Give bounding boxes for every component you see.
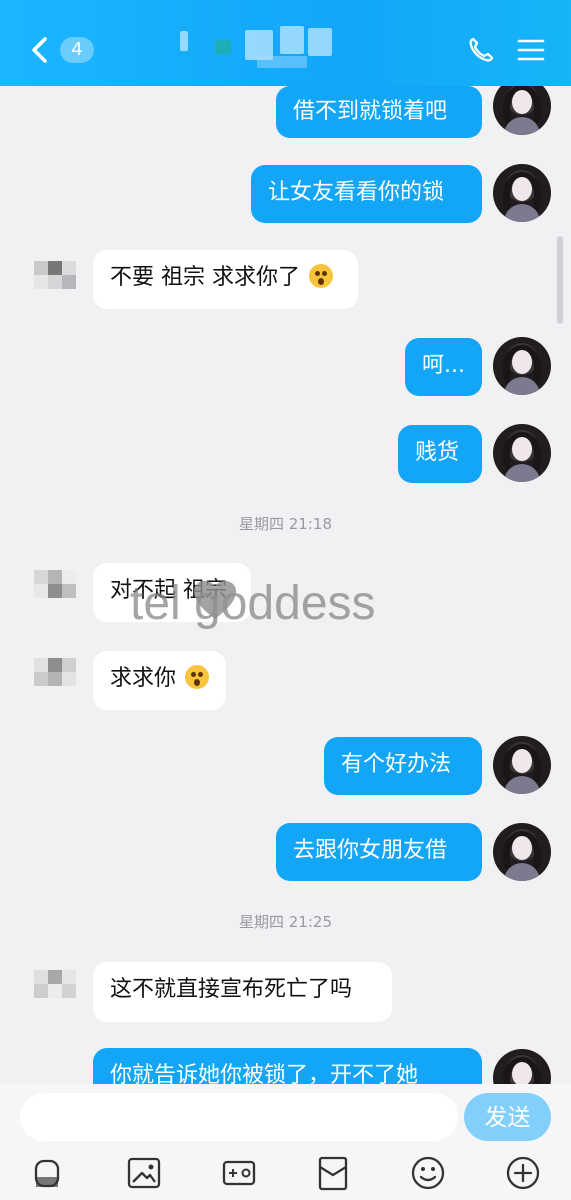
avatar[interactable] <box>20 563 76 619</box>
astonished-emoji-icon <box>185 665 210 689</box>
outgoing-message-bubble[interactable]: 让女友看看你的锁 <box>251 165 482 223</box>
avatar[interactable] <box>20 652 76 708</box>
menu-icon[interactable] <box>515 34 547 66</box>
outgoing-message-bubble[interactable]: 贱货 <box>398 425 482 483</box>
avatar[interactable] <box>20 251 76 307</box>
incoming-message-bubble[interactable]: 这不就直接宣布死亡了吗 <box>93 962 392 1022</box>
avatar[interactable] <box>20 964 76 1020</box>
heart-icon <box>194 581 236 619</box>
avatar[interactable] <box>493 337 551 395</box>
watermark: tel goddess <box>130 577 376 630</box>
avatar[interactable] <box>493 823 551 881</box>
incoming-message-bubble[interactable]: 求求你 <box>93 651 226 710</box>
input-bar: 发送 <box>0 1084 571 1200</box>
avatar[interactable] <box>493 164 551 222</box>
message-text: 借不到就锁着吧 <box>293 99 448 124</box>
video-camera-icon[interactable] <box>219 1153 259 1193</box>
emoji-icon[interactable] <box>408 1153 448 1193</box>
message-text: 让女友看看你的锁 <box>268 180 445 205</box>
outgoing-message-bubble[interactable]: 去跟你女朋友借 <box>276 823 482 881</box>
contact-name-obscured <box>175 22 345 72</box>
outgoing-message-bubble[interactable]: 借不到就锁着吧 <box>276 86 482 138</box>
add-icon[interactable] <box>503 1153 543 1193</box>
chat-header: 4 <box>0 0 571 86</box>
send-button[interactable]: 发送 <box>464 1093 551 1141</box>
outgoing-message-bubble[interactable]: 呵... <box>405 338 482 396</box>
message-text: 你就告诉她你被锁了，开不了她 <box>110 1063 419 1084</box>
phone-icon[interactable] <box>465 34 497 66</box>
back-icon[interactable] <box>30 36 48 64</box>
astonished-emoji-icon <box>309 264 333 288</box>
image-icon[interactable] <box>124 1153 164 1193</box>
timestamp: 星期四 21:25 <box>239 913 332 931</box>
scrollbar[interactable] <box>557 236 563 324</box>
avatar[interactable] <box>493 424 551 482</box>
message-text: 这不就直接宣布死亡了吗 <box>110 977 353 1002</box>
timestamp: 星期四 21:18 <box>239 515 332 533</box>
microphone-icon[interactable] <box>30 1153 70 1193</box>
unread-count-badge[interactable]: 4 <box>60 37 94 63</box>
avatar[interactable] <box>493 736 551 794</box>
message-input[interactable] <box>20 1093 458 1141</box>
incoming-message-bubble[interactable]: 不要 祖宗 求求你了 <box>93 250 358 309</box>
message-text: 呵... <box>422 353 465 378</box>
avatar[interactable] <box>493 1049 551 1084</box>
message-text: 有个好办法 <box>341 752 452 777</box>
avatar[interactable] <box>493 86 551 135</box>
outgoing-message-bubble[interactable]: 有个好办法 <box>324 737 482 795</box>
outgoing-message-bubble[interactable]: 你就告诉她你被锁了，开不了她 <box>93 1048 482 1084</box>
message-text: 求求你 <box>110 666 177 691</box>
message-text: 去跟你女朋友借 <box>293 838 448 863</box>
message-text: 不要 祖宗 求求你了 <box>110 265 300 290</box>
red-packet-icon[interactable] <box>313 1153 353 1193</box>
message-text: 贱货 <box>415 440 460 465</box>
